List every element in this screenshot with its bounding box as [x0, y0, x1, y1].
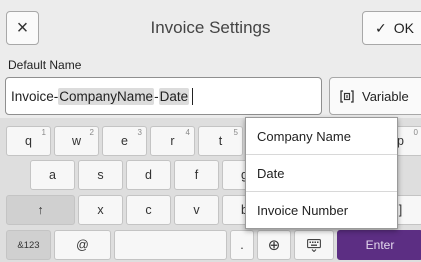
symbols-key[interactable]: &123: [6, 230, 51, 260]
key-label: p: [397, 134, 404, 148]
ok-button[interactable]: ✓ OK: [362, 11, 421, 45]
globe-icon: ⊕: [267, 237, 281, 254]
key-dot[interactable]: .: [230, 230, 254, 260]
key-label: t: [218, 134, 223, 148]
key-q[interactable]: q1: [6, 126, 51, 156]
dropdown-item-invoice-number[interactable]: Invoice Number: [246, 192, 397, 229]
key-v[interactable]: v: [174, 195, 219, 225]
key-r[interactable]: r4: [150, 126, 195, 156]
key-label: w: [71, 134, 82, 148]
key-label: r: [170, 134, 175, 148]
keyboard-hide-key[interactable]: [294, 230, 334, 260]
text-segment: Invoice-: [11, 88, 59, 104]
key-label: q: [25, 134, 32, 148]
key-c[interactable]: c: [126, 195, 171, 225]
key-hint: 5: [233, 128, 238, 137]
key-at[interactable]: @: [54, 230, 111, 260]
page-title: Invoice Settings: [150, 18, 271, 37]
key-hint: 3: [137, 128, 142, 137]
text-segment: -: [154, 88, 159, 104]
shift-key[interactable]: ↑: [6, 195, 75, 225]
dropdown-item-company-name[interactable]: Company Name: [246, 118, 397, 155]
default-name-input[interactable]: Invoice- CompanyName - Date: [5, 77, 322, 115]
enter-key[interactable]: Enter: [337, 230, 421, 260]
date-token[interactable]: Date: [158, 87, 190, 105]
ok-label: OK: [393, 20, 414, 36]
key-d[interactable]: d: [126, 160, 171, 190]
key-a[interactable]: a: [30, 160, 75, 190]
key-w[interactable]: w2: [54, 126, 99, 156]
key-f[interactable]: f: [174, 160, 219, 190]
key-s[interactable]: s: [78, 160, 123, 190]
key-hint: 4: [185, 128, 190, 137]
checkmark-icon: ✓: [375, 19, 387, 36]
key-e[interactable]: e3: [102, 126, 147, 156]
keyboard-icon: [307, 238, 321, 252]
variable-dropdown: Company Name Date Invoice Number: [245, 117, 398, 229]
language-key[interactable]: ⊕: [257, 230, 291, 260]
key-x[interactable]: x: [78, 195, 123, 225]
variable-button[interactable]: Variable: [329, 77, 421, 115]
company-name-token[interactable]: CompanyName: [58, 87, 155, 105]
space-key[interactable]: [114, 230, 227, 260]
default-name-label: Default Name: [8, 58, 82, 72]
header-bar: × Invoice Settings ✓ OK: [0, 0, 421, 54]
variable-label: Variable: [362, 88, 409, 104]
key-hint: 2: [89, 128, 94, 137]
key-hint: 1: [41, 128, 46, 137]
key-t[interactable]: t5: [198, 126, 243, 156]
key-hint: 0: [413, 128, 418, 137]
dropdown-item-date[interactable]: Date: [246, 155, 397, 192]
key-label: e: [121, 134, 128, 148]
text-caret: [192, 87, 194, 105]
variable-icon: [340, 89, 354, 103]
